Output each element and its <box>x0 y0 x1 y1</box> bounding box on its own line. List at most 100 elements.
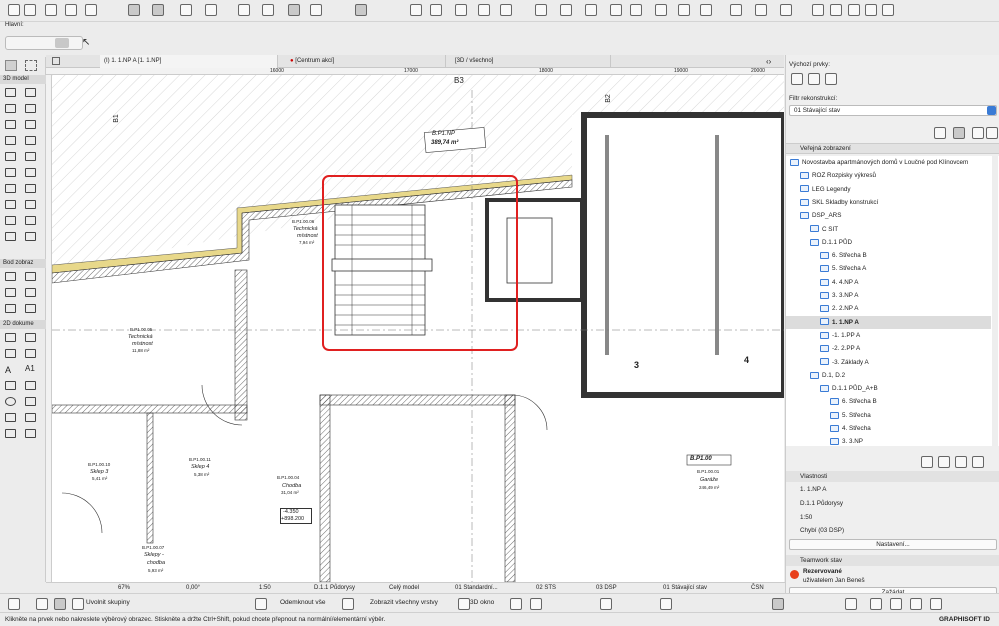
section-documentation[interactable]: 2D dokume <box>0 320 46 329</box>
rotate-selection-icon[interactable] <box>55 38 69 48</box>
floor-plan-canvas[interactable]: B3 B2 B1 3 4 B.P1.NP 389,74 m² B.P1.00.0… <box>52 75 784 582</box>
shell-tool-icon[interactable] <box>25 120 36 129</box>
trim-icon[interactable] <box>410 4 422 16</box>
tree-item[interactable]: DSP_ARS <box>786 209 991 222</box>
object-tool-icon[interactable] <box>5 200 16 209</box>
column-tool-icon[interactable] <box>25 88 36 97</box>
offset-icon[interactable] <box>478 4 490 16</box>
3d-window-label[interactable]: 3D okno <box>470 599 494 606</box>
polyline-tool-icon[interactable] <box>25 397 36 406</box>
filter-icon[interactable] <box>8 598 20 610</box>
slab-tool-icon[interactable] <box>25 104 36 113</box>
slab-default-icon[interactable] <box>808 73 820 85</box>
settings-button[interactable]: Nastavení... <box>789 539 997 550</box>
tree-scrollbar[interactable] <box>992 156 998 446</box>
elevation-marker-icon[interactable] <box>25 272 36 281</box>
equipment-tool-icon[interactable] <box>5 232 16 241</box>
tree-item[interactable]: 4. Střecha <box>786 422 991 435</box>
drawing-tool-icon[interactable] <box>25 429 36 438</box>
unlock-label[interactable]: Odemknout vše <box>280 599 326 606</box>
tree-item[interactable]: 3. 3.NP A <box>786 289 991 302</box>
level-dimension-icon[interactable] <box>25 333 36 342</box>
tree-item[interactable]: SKL Skladby konstrukcí <box>786 196 991 209</box>
lock-icon[interactable] <box>262 4 274 16</box>
fill-tool-icon[interactable] <box>5 381 16 390</box>
properties-header[interactable]: Vlastnosti <box>786 471 999 482</box>
curtain-wall-tool-icon[interactable] <box>5 152 16 161</box>
tab-action-center[interactable]: ● [Centrum akcí] <box>286 55 446 68</box>
tree-item[interactable]: Novostavba apartmánových domů v Loučné p… <box>786 156 991 169</box>
show-layers-label[interactable]: Zobrazit všechny vrstvy <box>370 599 438 606</box>
cube-icon[interactable] <box>510 598 522 610</box>
tab-arrows-icon[interactable]: ‹› <box>766 57 771 66</box>
morph-tool-icon[interactable] <box>5 136 16 145</box>
line-tool-icon[interactable] <box>25 381 36 390</box>
undo-icon[interactable] <box>8 4 20 16</box>
tree-item[interactable]: 5. Střecha <box>786 409 991 422</box>
radial-dimension-icon[interactable] <box>5 349 16 358</box>
graphisoft-id-link[interactable]: GRAPHISOFT ID <box>939 613 990 626</box>
marquee-3d-icon[interactable] <box>772 598 784 610</box>
camera-icon[interactable] <box>25 304 36 313</box>
trace-icon[interactable] <box>310 4 322 16</box>
chevron-down-icon[interactable] <box>987 106 996 115</box>
layout-icon[interactable] <box>678 4 690 16</box>
door-tool-icon[interactable] <box>25 152 36 161</box>
marquee-tool-icon[interactable] <box>25 60 37 71</box>
adjust-icon[interactable] <box>455 4 467 16</box>
tree-item[interactable]: 6. Střecha B <box>786 395 991 408</box>
beam-tool-icon[interactable] <box>5 104 16 113</box>
camera-icon[interactable] <box>845 598 857 610</box>
tree-item[interactable]: -3. Základy A <box>786 356 991 369</box>
roof-tool-icon[interactable] <box>5 120 16 129</box>
teamwork-receive-icon[interactable] <box>755 4 767 16</box>
tree-item[interactable]: LEG Legendy <box>786 183 991 196</box>
sun-icon[interactable] <box>890 598 902 610</box>
view-map-icon[interactable] <box>934 127 946 139</box>
tree-item[interactable]: D.1.1 PŮD <box>786 236 991 249</box>
publisher-sets-icon[interactable] <box>972 127 984 139</box>
tree-item[interactable]: -2. 2.PP A <box>786 342 991 355</box>
arc-tool-icon[interactable] <box>5 397 16 406</box>
text-tool-icon[interactable]: A <box>5 365 16 375</box>
arrow-tool-icon[interactable] <box>5 60 17 71</box>
view-settings-icon[interactable] <box>955 456 967 468</box>
info-icon[interactable] <box>865 4 877 16</box>
layout-book-icon[interactable] <box>953 127 965 139</box>
tree-item[interactable]: 1. 1.NP A <box>786 315 991 329</box>
detail-marker-icon[interactable] <box>5 304 16 313</box>
renovation-icon[interactable] <box>355 4 367 16</box>
split-icon[interactable] <box>430 4 442 16</box>
lamp-tool-icon[interactable] <box>25 200 36 209</box>
selection-method-group[interactable] <box>5 36 83 50</box>
tree-item[interactable]: 6. Střecha B <box>786 249 991 262</box>
group-icon[interactable] <box>36 598 48 610</box>
tab-floor-plan[interactable]: (I) 1. 1.NP A [1. 1.NP] <box>100 55 278 68</box>
teamwork-header[interactable]: Teamwork stav <box>786 555 999 566</box>
section-viewpoint[interactable]: Bod zobraz <box>0 259 46 268</box>
unlock-icon[interactable] <box>255 598 267 610</box>
cloud-icon[interactable] <box>848 4 860 16</box>
organizer-icon[interactable] <box>986 127 998 139</box>
figure-tool-icon[interactable] <box>5 429 16 438</box>
project-map-icon[interactable] <box>789 125 809 137</box>
cut-plane-icon[interactable] <box>530 598 542 610</box>
render-icon[interactable] <box>870 598 882 610</box>
rotate-icon[interactable] <box>500 4 512 16</box>
worksheet-icon[interactable] <box>25 288 36 297</box>
teamwork-send-icon[interactable] <box>730 4 742 16</box>
hotspot-tool-icon[interactable] <box>25 413 36 422</box>
redo-icon[interactable] <box>24 4 36 16</box>
export-icon[interactable] <box>830 4 842 16</box>
column-default-icon[interactable] <box>825 73 837 85</box>
new-view-icon[interactable] <box>921 456 933 468</box>
interior-elevation-icon[interactable] <box>5 288 16 297</box>
skylight-tool-icon[interactable] <box>25 168 36 177</box>
suspend-groups-icon[interactable] <box>288 4 300 16</box>
wall-default-icon[interactable] <box>791 73 803 85</box>
document-icon[interactable] <box>882 4 894 16</box>
solid-ops-icon[interactable] <box>610 4 622 16</box>
renovation-filter-select[interactable]: 01 Stávající stav <box>789 105 997 116</box>
sync-icon[interactable] <box>812 4 824 16</box>
flag-icon[interactable] <box>535 4 547 16</box>
